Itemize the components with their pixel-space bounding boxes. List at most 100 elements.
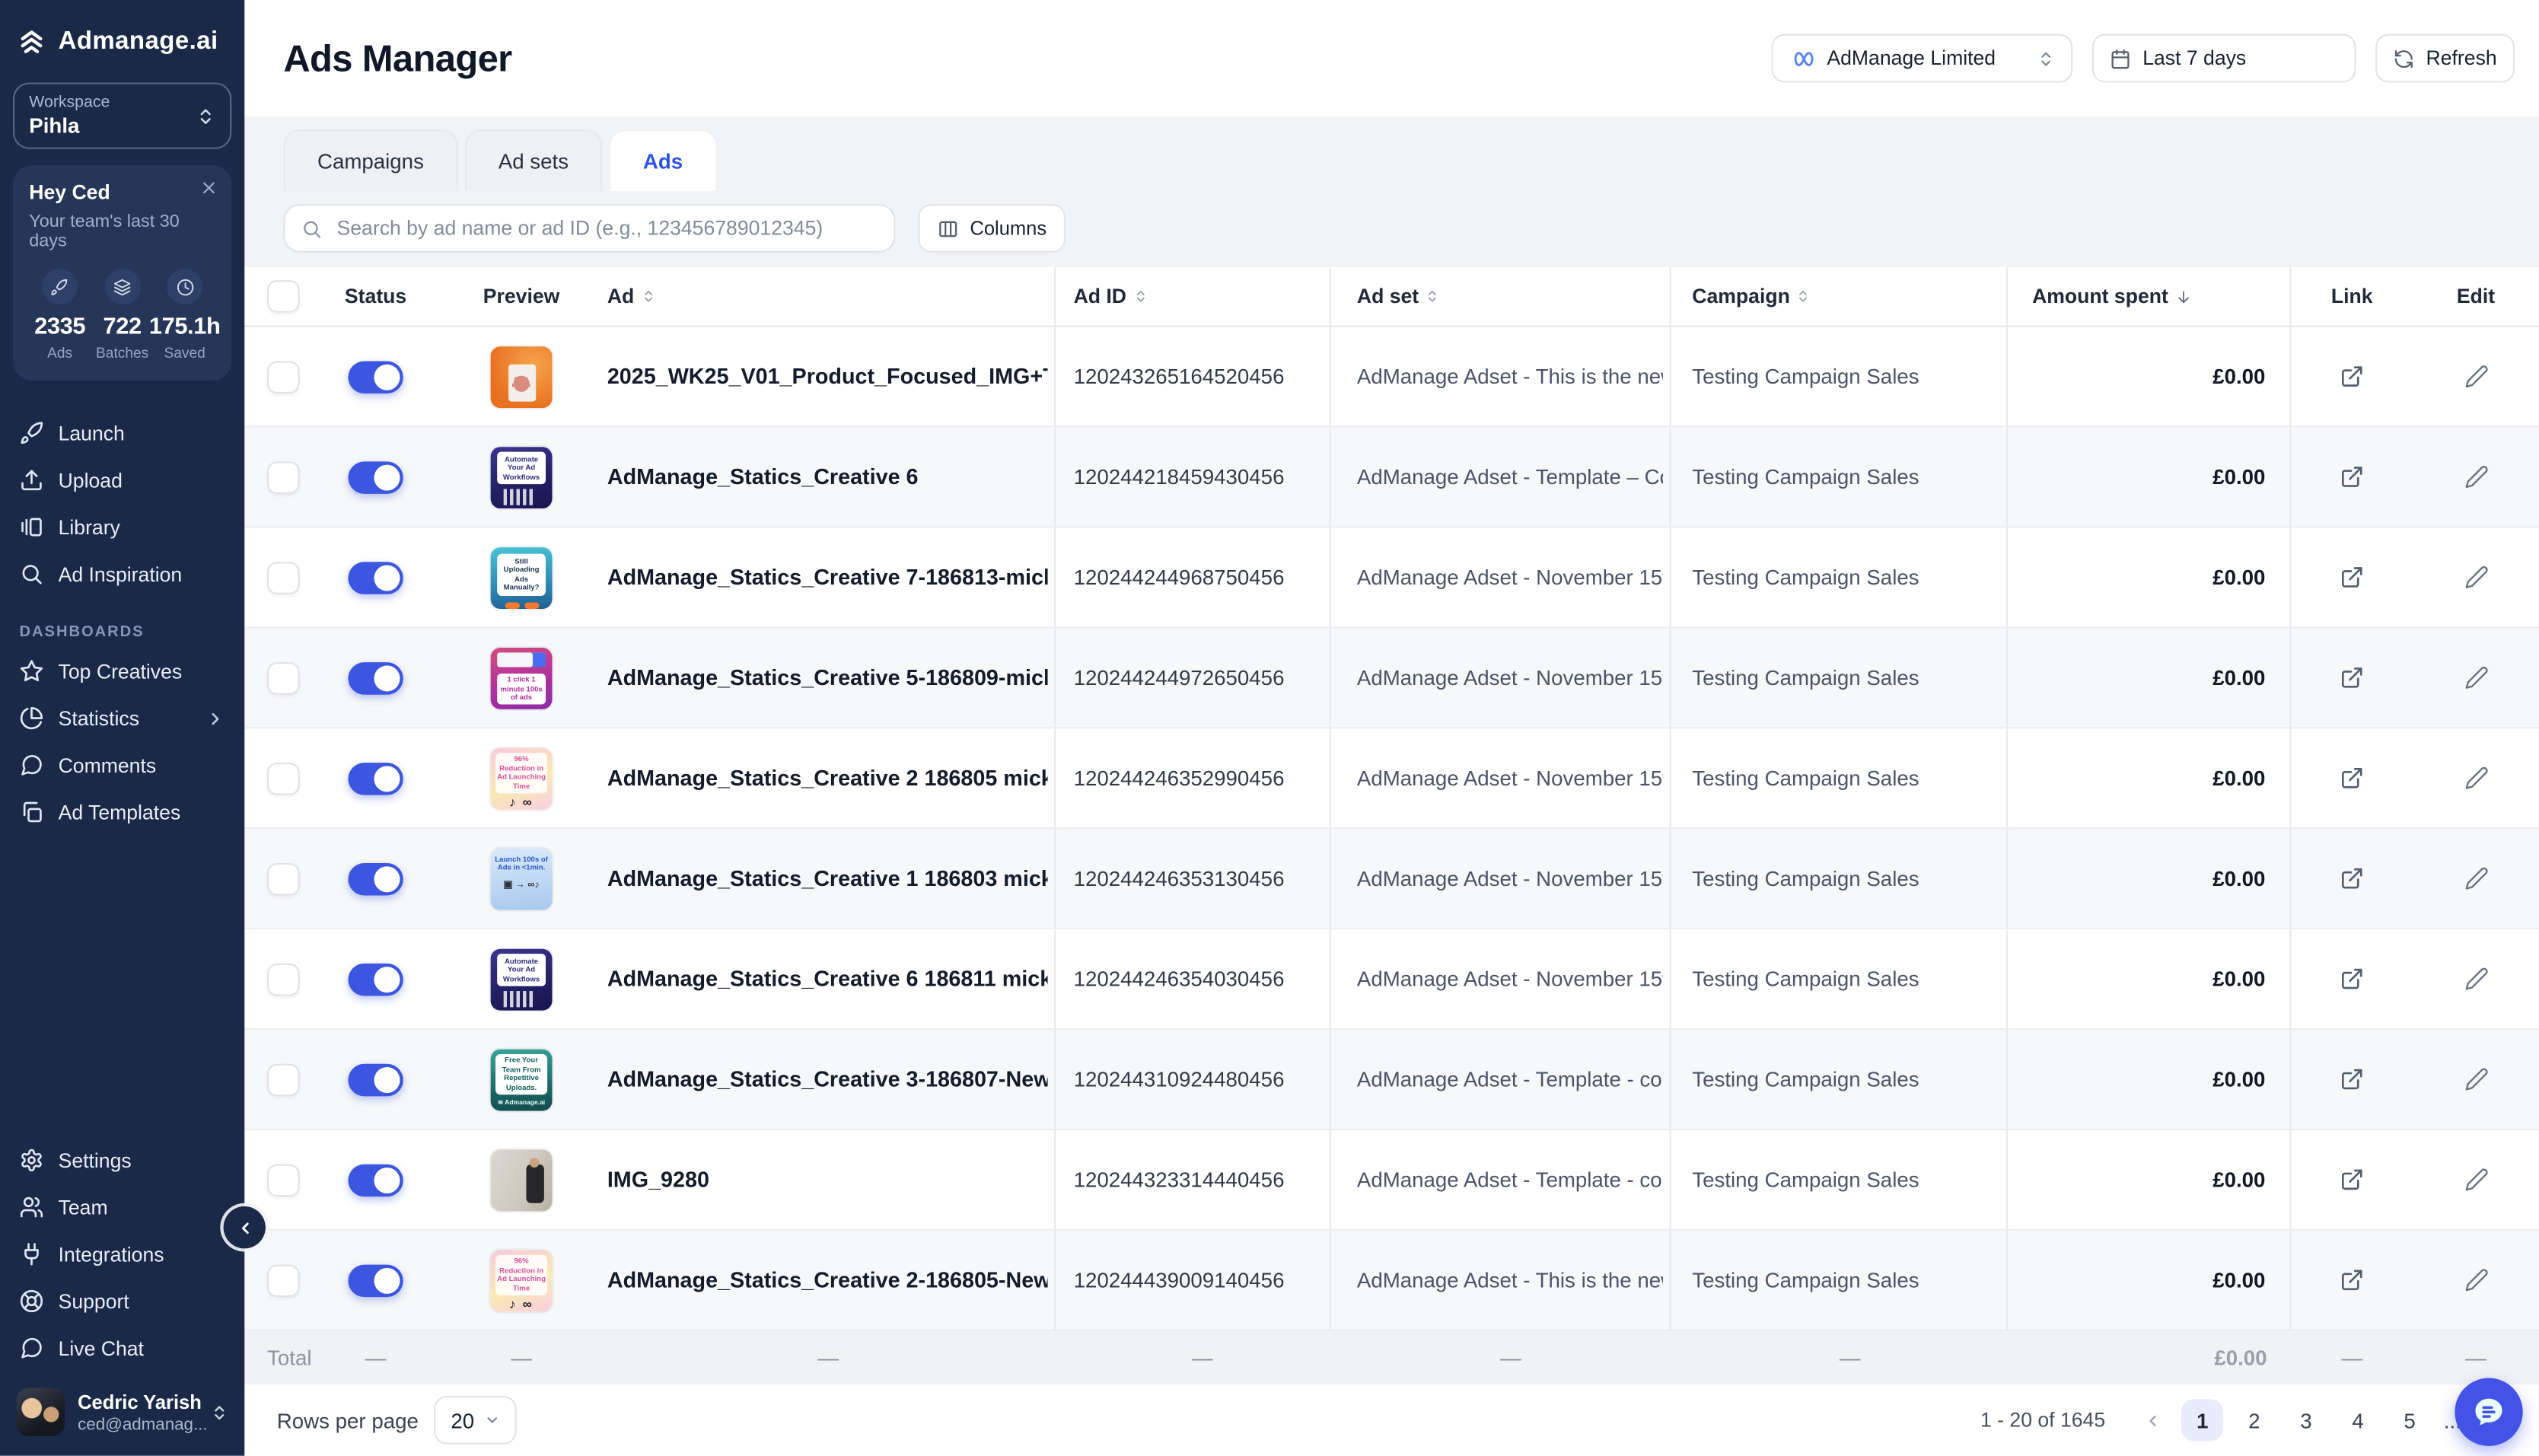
external-link-icon[interactable] [2340, 1168, 2364, 1193]
ad-name[interactable]: AdManage_Statics_Creative 2 186805 micka… [607, 766, 1048, 791]
edit-pencil-icon[interactable] [2464, 466, 2488, 490]
refresh-button[interactable]: Refresh [2376, 34, 2515, 83]
date-range-picker[interactable]: Last 7 days [2092, 34, 2356, 83]
row-checkbox[interactable] [267, 964, 300, 996]
ad-preview-thumbnail[interactable]: Free Your Team From Repetitive Uploads. [491, 1050, 553, 1111]
tab-ad-sets[interactable]: Ad sets [464, 129, 603, 191]
page-button-3[interactable]: 3 [2285, 1399, 2327, 1441]
search-input[interactable] [333, 215, 878, 241]
page-button-5[interactable]: 5 [2388, 1399, 2430, 1441]
sidebar-item-support[interactable]: Support [13, 1278, 231, 1325]
tab-campaigns[interactable]: Campaigns [283, 129, 457, 191]
row-checkbox[interactable] [267, 863, 300, 896]
ad-name[interactable]: AdManage_Statics_Creative 6 186811 micka… [607, 967, 1048, 992]
ad-preview-thumbnail[interactable]: 96% Reduction in Ad Launching Time [491, 1250, 553, 1311]
status-toggle[interactable] [348, 964, 403, 996]
edit-pencil-icon[interactable] [2464, 1269, 2488, 1293]
column-header-amount-spent[interactable]: Amount spent [2032, 285, 2193, 308]
sidebar-item-comments[interactable]: Comments [13, 741, 231, 789]
workspace-selector[interactable]: Workspace Pihla [13, 83, 231, 149]
status-toggle[interactable] [348, 562, 403, 594]
sidebar-item-top-creatives[interactable]: Top Creatives [13, 648, 231, 695]
ad-preview-thumbnail[interactable]: GLP-1 Patches [491, 346, 553, 408]
page-button-1[interactable]: 1 [2181, 1399, 2223, 1441]
column-header-campaign[interactable]: Campaign [1692, 285, 1811, 308]
row-checkbox[interactable] [267, 361, 300, 393]
sidebar-item-team[interactable]: Team [13, 1184, 231, 1231]
external-link-icon[interactable] [2340, 867, 2364, 891]
row-checkbox[interactable] [267, 763, 300, 795]
column-header-ad[interactable]: Ad [607, 285, 655, 308]
external-link-icon[interactable] [2340, 566, 2364, 590]
page-button-4[interactable]: 4 [2337, 1399, 2378, 1441]
sidebar-item-ad-templates[interactable]: Ad Templates [13, 789, 231, 836]
status-toggle[interactable] [348, 1064, 403, 1097]
ad-name[interactable]: IMG_9280 [607, 1168, 709, 1193]
row-checkbox[interactable] [267, 1064, 300, 1097]
edit-pencil-icon[interactable] [2464, 766, 2488, 791]
external-link-icon[interactable] [2340, 967, 2364, 992]
sidebar-item-ad-inspiration[interactable]: Ad Inspiration [13, 550, 231, 597]
ad-name[interactable]: 2025_WK25_V01_Product_Focused_IMG+TEXT_( [607, 365, 1048, 390]
sidebar-item-settings[interactable]: Settings [13, 1137, 231, 1184]
sidebar-item-integrations[interactable]: Integrations [13, 1231, 231, 1278]
column-header-ad-set[interactable]: Ad set [1357, 285, 1440, 308]
brand[interactable]: Admanage.ai [13, 0, 231, 66]
search-box[interactable] [283, 204, 895, 253]
edit-pencil-icon[interactable] [2464, 666, 2488, 690]
edit-pencil-icon[interactable] [2464, 1068, 2488, 1092]
ad-preview-thumbnail[interactable]: 1 click 1 minute 100s of ads [491, 648, 553, 709]
ad-name[interactable]: AdManage_Statics_Creative 5-186809-micka… [607, 666, 1048, 690]
status-toggle[interactable] [348, 1164, 403, 1197]
external-link-icon[interactable] [2340, 666, 2364, 690]
tab-ads[interactable]: Ads [609, 129, 717, 191]
page-button-2[interactable]: 2 [2233, 1399, 2275, 1441]
ad-name[interactable]: AdManage_Statics_Creative 6 [607, 466, 919, 490]
status-toggle[interactable] [348, 1265, 403, 1298]
sidebar-item-live-chat[interactable]: Live Chat [13, 1324, 231, 1372]
row-checkbox[interactable] [267, 461, 300, 494]
sidebar-collapse-button[interactable] [224, 1206, 266, 1248]
ad-account-selector[interactable]: AdManage Limited [1772, 34, 2073, 83]
column-header-ad-id[interactable]: Ad ID [1074, 285, 1148, 308]
row-checkbox[interactable] [267, 1164, 300, 1197]
ad-preview-thumbnail[interactable]: Still Uploading Ads Manually? [491, 547, 553, 609]
ad-preview-thumbnail[interactable]: Automate Your Ad Workflows [491, 949, 553, 1011]
columns-button[interactable]: Columns [918, 204, 1066, 253]
close-icon[interactable] [201, 180, 217, 196]
status-toggle[interactable] [348, 863, 403, 896]
row-checkbox[interactable] [267, 562, 300, 594]
pagination-prev-button[interactable] [2134, 1411, 2171, 1429]
edit-pencil-icon[interactable] [2464, 1168, 2488, 1193]
select-all-checkbox[interactable] [267, 281, 300, 314]
rows-per-page-select[interactable]: 20 [435, 1396, 516, 1445]
ad-name[interactable]: AdManage_Statics_Creative 2-186805-NewCr… [607, 1269, 1048, 1293]
edit-pencil-icon[interactable] [2464, 867, 2488, 891]
ad-preview-thumbnail[interactable]: 96% Reduction in Ad Launching Time [491, 748, 553, 810]
external-link-icon[interactable] [2340, 365, 2364, 390]
external-link-icon[interactable] [2340, 1269, 2364, 1293]
edit-pencil-icon[interactable] [2464, 365, 2488, 390]
sidebar-item-library[interactable]: Library [13, 504, 231, 551]
status-toggle[interactable] [348, 361, 403, 393]
ad-name[interactable]: AdManage_Statics_Creative 1 186803 micka… [607, 867, 1048, 891]
status-toggle[interactable] [348, 763, 403, 795]
status-toggle[interactable] [348, 461, 403, 494]
edit-pencil-icon[interactable] [2464, 566, 2488, 590]
external-link-icon[interactable] [2340, 1068, 2364, 1092]
sidebar-item-launch[interactable]: Launch [13, 409, 231, 457]
sidebar-item-upload[interactable]: Upload [13, 457, 231, 504]
edit-pencil-icon[interactable] [2464, 967, 2488, 992]
row-checkbox[interactable] [267, 662, 300, 695]
status-toggle[interactable] [348, 662, 403, 695]
user-menu[interactable]: Cedric Yarish ced@admanag... [13, 1372, 231, 1456]
external-link-icon[interactable] [2340, 766, 2364, 791]
ad-preview-thumbnail[interactable] [491, 1149, 553, 1211]
sidebar-item-statistics[interactable]: Statistics [13, 695, 231, 742]
ad-preview-thumbnail[interactable]: Launch 100s of Ads in <1min. [491, 849, 553, 910]
live-chat-fab[interactable] [2455, 1378, 2522, 1446]
ad-preview-thumbnail[interactable]: Automate Your Ad Workflows [491, 447, 553, 508]
ad-name[interactable]: AdManage_Statics_Creative 3-186807-NewCr… [607, 1068, 1048, 1092]
ad-name[interactable]: AdManage_Statics_Creative 7-186813-micka… [607, 566, 1048, 590]
row-checkbox[interactable] [267, 1265, 300, 1298]
